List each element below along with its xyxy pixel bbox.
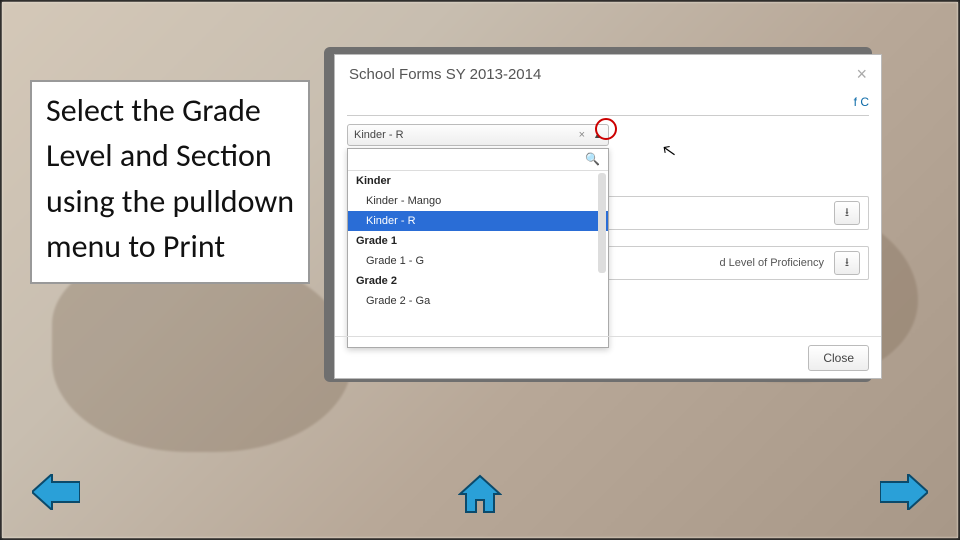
arrow-left-icon xyxy=(32,474,80,510)
close-button[interactable]: Close xyxy=(808,345,869,371)
download-button-1[interactable]: ⭳ xyxy=(834,201,860,225)
select-value: Kinder - R xyxy=(354,129,404,141)
dropdown-item-selected[interactable]: Kinder - R xyxy=(348,211,608,231)
modal-title: School Forms SY 2013-2014 xyxy=(349,66,541,83)
dropdown-item[interactable]: Grade 1 - G xyxy=(348,251,608,271)
modal-footer: Close xyxy=(335,336,881,378)
tab-fragment: f C xyxy=(854,95,869,109)
modal-tab-strip: f C xyxy=(347,91,869,116)
row2-text: d Level of Proficiency xyxy=(719,257,824,269)
school-forms-modal: School Forms SY 2013-2014 × f C ⭳ d Leve… xyxy=(334,54,882,379)
grade-section-select[interactable]: Kinder - R × ▲ xyxy=(347,124,609,146)
search-icon: 🔍 xyxy=(585,152,600,166)
dropdown-group: Kinder xyxy=(348,171,608,191)
next-button[interactable] xyxy=(880,474,928,510)
dropdown-scrollbar[interactable] xyxy=(598,173,606,273)
dropdown-list: Kinder Kinder - Mango Kinder - R Grade 1… xyxy=(348,171,608,347)
modal-body: ⭳ d Level of Proficiency ⭳ Kinder - R × … xyxy=(335,116,881,346)
download-button-2[interactable]: ⭳ xyxy=(834,251,860,275)
chevron-down-icon[interactable]: ▲ xyxy=(589,130,602,140)
dropdown-group: Grade 2 xyxy=(348,271,608,291)
modal-header: School Forms SY 2013-2014 × xyxy=(335,55,881,91)
dropdown-group: Grade 1 xyxy=(348,231,608,251)
clear-icon[interactable]: × xyxy=(575,129,589,141)
arrow-right-icon xyxy=(880,474,928,510)
download-icon: ⭳ xyxy=(845,253,849,274)
dropdown-search[interactable]: 🔍 xyxy=(348,149,608,171)
dropdown-item[interactable]: Kinder - Mango xyxy=(348,191,608,211)
close-icon[interactable]: × xyxy=(856,65,867,83)
instruction-text: Select the Grade Level and Section using… xyxy=(30,80,310,284)
mouse-cursor-icon: ↖ xyxy=(660,141,677,162)
home-button[interactable] xyxy=(458,474,502,514)
home-icon xyxy=(458,474,502,514)
grade-section-dropdown: 🔍 Kinder Kinder - Mango Kinder - R Grade… xyxy=(347,148,609,348)
prev-button[interactable] xyxy=(32,474,80,510)
dropdown-item[interactable]: Grade 2 - Ga xyxy=(348,291,608,311)
download-icon: ⭳ xyxy=(845,203,849,224)
